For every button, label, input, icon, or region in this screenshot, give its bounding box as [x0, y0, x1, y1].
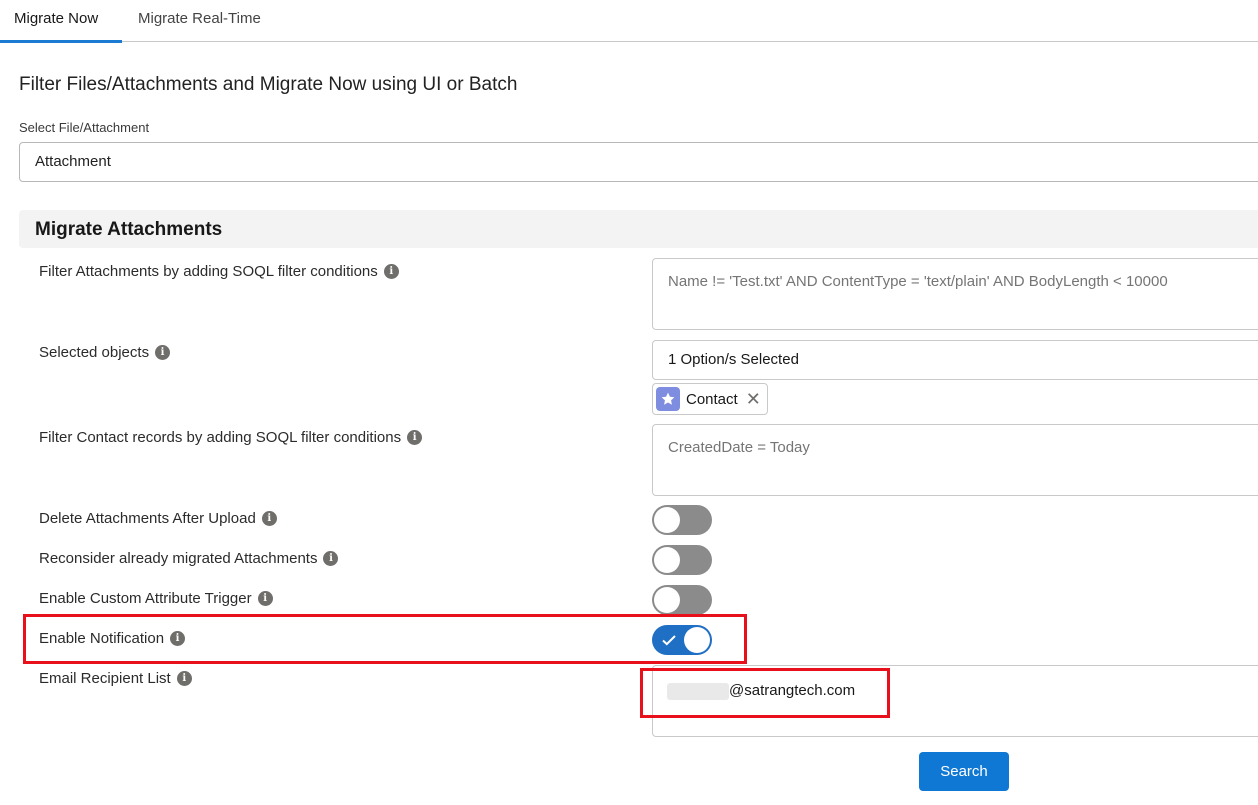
reconsider-migrated-label: Reconsider already migrated Attachments … — [39, 550, 339, 567]
tab-migrate-now[interactable]: Migrate Now — [0, 0, 122, 43]
delete-after-upload-label: Delete Attachments After Upload i — [39, 510, 277, 527]
email-recipient-input[interactable]: @satrangtech.com — [652, 665, 1258, 737]
filter-contact-label: Filter Contact records by adding SOQL fi… — [39, 429, 423, 446]
info-icon[interactable]: i — [261, 511, 277, 526]
email-value: @satrangtech.com — [729, 682, 856, 699]
enable-notification-label: Enable Notification i — [39, 630, 186, 647]
enable-notification-toggle[interactable] — [652, 625, 712, 655]
info-icon[interactable]: i — [323, 551, 339, 566]
filter-attachments-label-text: Filter Attachments by adding SOQL filter… — [39, 263, 378, 280]
selected-objects-combobox[interactable]: 1 Option/s Selected — [652, 340, 1258, 380]
info-icon[interactable]: i — [383, 264, 399, 279]
close-icon[interactable]: ✕ — [746, 390, 761, 408]
custom-attribute-trigger-toggle[interactable] — [652, 585, 712, 615]
filter-contact-placeholder: CreatedDate = Today — [668, 439, 810, 456]
file-attachment-select[interactable]: Attachment — [19, 142, 1258, 182]
reconsider-migrated-label-text: Reconsider already migrated Attachments — [39, 550, 318, 567]
selected-objects-label-text: Selected objects — [39, 344, 150, 361]
email-recipient-label: Email Recipient List i — [39, 670, 192, 687]
pill-label: Contact — [686, 390, 738, 408]
redacted-text — [667, 683, 729, 700]
filter-attachments-placeholder: Name != 'Test.txt' AND ContentType = 'te… — [668, 273, 1168, 290]
tab-migrate-real-time[interactable]: Migrate Real-Time — [138, 0, 261, 42]
checkmark-icon — [662, 635, 676, 646]
section-title: Migrate Attachments — [35, 219, 223, 240]
delete-after-upload-label-text: Delete Attachments After Upload — [39, 510, 256, 527]
star-icon — [656, 387, 680, 411]
info-icon[interactable]: i — [176, 671, 192, 686]
selected-objects-label: Selected objects i — [39, 344, 171, 361]
delete-after-upload-toggle[interactable] — [652, 505, 712, 535]
filter-contact-label-text: Filter Contact records by adding SOQL fi… — [39, 429, 402, 446]
custom-attribute-trigger-label-text: Enable Custom Attribute Trigger — [39, 590, 252, 607]
section-header: Migrate Attachments — [19, 210, 1258, 248]
search-button[interactable]: Search — [919, 752, 1009, 791]
filter-attachments-textarea[interactable]: Name != 'Test.txt' AND ContentType = 'te… — [652, 258, 1258, 330]
info-icon[interactable]: i — [407, 430, 423, 445]
filter-attachments-label: Filter Attachments by adding SOQL filter… — [39, 263, 399, 280]
reconsider-migrated-toggle[interactable] — [652, 545, 712, 575]
page-title: Filter Files/Attachments and Migrate Now… — [19, 74, 518, 95]
info-icon[interactable]: i — [257, 591, 273, 606]
enable-notification-label-text: Enable Notification — [39, 630, 165, 647]
filter-contact-textarea[interactable]: CreatedDate = Today — [652, 424, 1258, 496]
email-recipient-label-text: Email Recipient List — [39, 670, 171, 687]
tab-bar: Migrate Now Migrate Real-Time — [0, 0, 1258, 43]
info-icon[interactable]: i — [170, 631, 186, 646]
contact-pill: Contact ✕ — [652, 383, 768, 415]
custom-attribute-trigger-label: Enable Custom Attribute Trigger i — [39, 590, 273, 607]
info-icon[interactable]: i — [155, 345, 171, 360]
file-select-label: Select File/Attachment — [19, 120, 150, 135]
